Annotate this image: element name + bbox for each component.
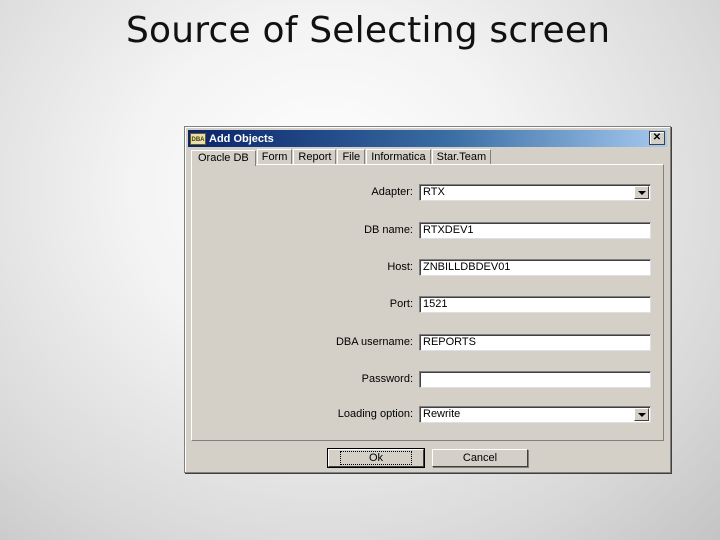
db-name-label: DB name: <box>364 224 413 236</box>
tab-informatica[interactable]: Informatica <box>366 149 431 165</box>
close-icon[interactable]: ✕ <box>649 131 665 145</box>
password-row: Password: <box>192 371 663 389</box>
password-label: Password: <box>361 373 413 385</box>
oracle-db-panel: Adapter: RTX DB name: RTXDEV1 Host: ZNBI… <box>191 164 664 441</box>
add-objects-dialog: DBA Add Objects ✕ Oracle DB Form Report … <box>184 126 671 473</box>
adapter-row: Adapter: RTX <box>192 184 663 202</box>
adapter-select[interactable]: RTX <box>419 184 651 201</box>
tab-file[interactable]: File <box>337 149 366 165</box>
tab-report[interactable]: Report <box>293 149 337 165</box>
ok-button-label: Ok <box>339 451 413 465</box>
host-label: Host: <box>387 261 413 273</box>
adapter-value: RTX <box>423 186 445 198</box>
dba-username-row: DBA username: REPORTS <box>192 334 663 352</box>
tab-form[interactable]: Form <box>256 149 293 165</box>
loading-option-select[interactable]: Rewrite <box>419 406 651 423</box>
window-title: Add Objects <box>209 132 274 145</box>
tab-bar: Oracle DB Form Report File Informatica S… <box>191 148 492 166</box>
db-name-row: DB name: RTXDEV1 <box>192 222 663 240</box>
chevron-down-icon[interactable] <box>634 408 649 421</box>
port-row: Port: 1521 <box>192 296 663 314</box>
tab-oracle-db[interactable]: Oracle DB <box>191 150 256 166</box>
app-icon: DBA <box>190 132 206 145</box>
host-field[interactable]: ZNBILLDBDEV01 <box>419 259 651 276</box>
loading-option-row: Loading option: Rewrite <box>192 406 663 424</box>
dba-username-field[interactable]: REPORTS <box>419 334 651 351</box>
tab-starteam[interactable]: Star.Team <box>431 149 492 165</box>
adapter-label: Adapter: <box>371 186 413 198</box>
password-field[interactable] <box>419 371 651 388</box>
db-name-field[interactable]: RTXDEV1 <box>419 222 651 239</box>
loading-option-label: Loading option: <box>337 408 413 420</box>
host-row: Host: ZNBILLDBDEV01 <box>192 259 663 277</box>
ok-button[interactable]: Ok <box>327 448 425 468</box>
title-bar[interactable]: DBA Add Objects ✕ <box>188 130 667 147</box>
loading-option-value: Rewrite <box>423 408 461 420</box>
port-label: Port: <box>389 298 413 310</box>
slide-title: Source of Selecting screen <box>126 10 611 51</box>
dba-username-label: DBA username: <box>335 336 413 348</box>
port-field[interactable]: 1521 <box>419 296 651 313</box>
cancel-button[interactable]: Cancel <box>432 449 528 467</box>
chevron-down-icon[interactable] <box>634 186 649 199</box>
button-bar: Ok Cancel <box>185 448 670 469</box>
